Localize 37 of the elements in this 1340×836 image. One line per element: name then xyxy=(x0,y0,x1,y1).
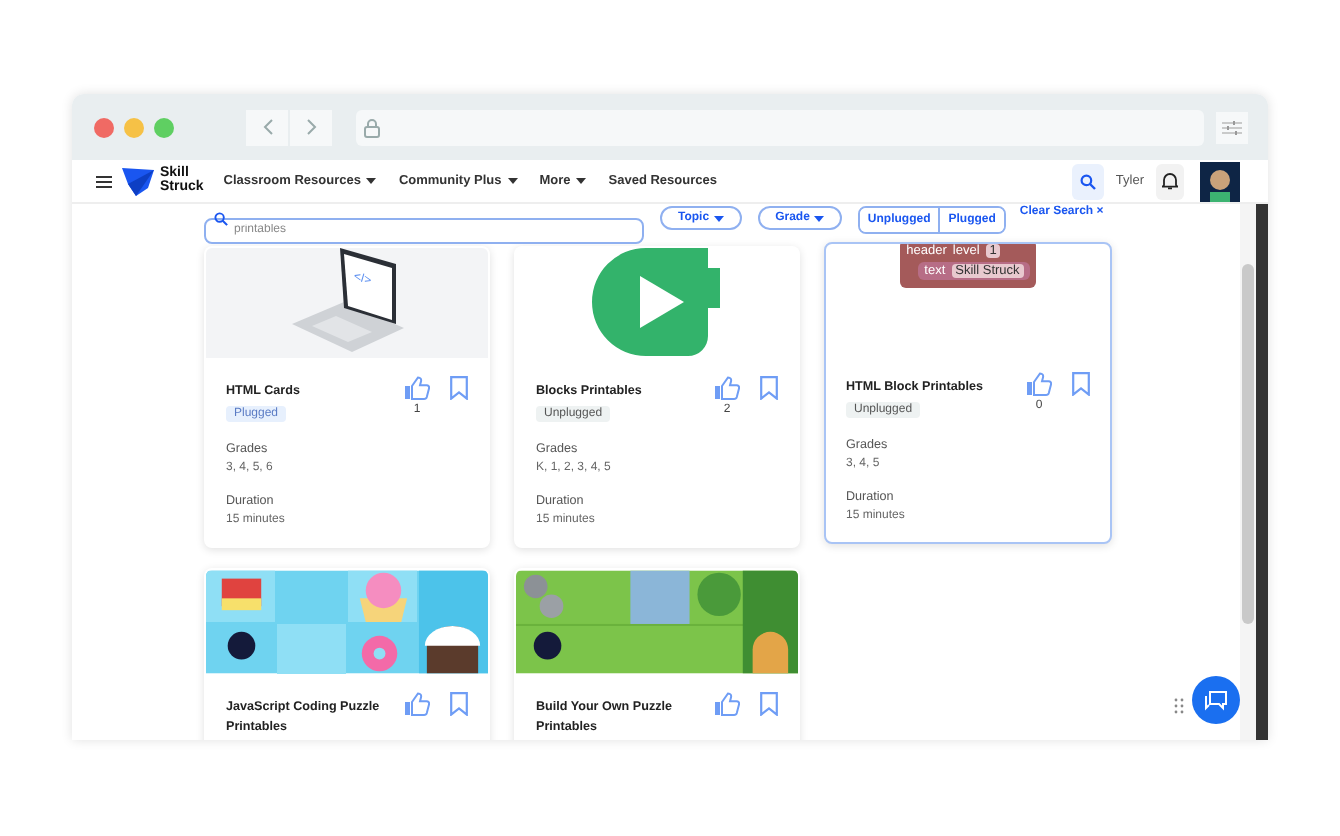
back-button[interactable] xyxy=(246,109,288,145)
avatar[interactable] xyxy=(1200,161,1240,201)
caret-icon xyxy=(713,215,724,221)
thumbs-up-icon[interactable] xyxy=(404,692,430,716)
caret-icon xyxy=(813,215,824,221)
settings-button[interactable] xyxy=(1216,111,1248,143)
thumbs-up-icon[interactable] xyxy=(714,692,740,716)
chat-button[interactable] xyxy=(1192,676,1240,724)
close-button[interactable] xyxy=(94,117,114,137)
logo-icon xyxy=(122,166,154,196)
scrollbar[interactable] xyxy=(1240,204,1256,740)
maximize-button[interactable] xyxy=(154,117,174,137)
thumbs-up-icon[interactable] xyxy=(404,376,430,400)
bookmark-icon[interactable] xyxy=(450,692,468,716)
search-button[interactable] xyxy=(1071,163,1104,199)
grip-icon[interactable] xyxy=(1174,698,1184,714)
laptop-drawing xyxy=(291,248,403,352)
scrollbar-thumb[interactable] xyxy=(1242,264,1254,624)
search-icon xyxy=(1079,173,1096,189)
notifications-button[interactable] xyxy=(1156,163,1184,199)
chat-icon xyxy=(1204,689,1228,711)
bookmark-icon[interactable] xyxy=(760,692,778,716)
chevron-right-icon xyxy=(305,118,317,136)
chevron-left-icon xyxy=(261,118,273,136)
bell-icon xyxy=(1162,172,1178,190)
search-icon xyxy=(214,212,228,226)
minimize-button[interactable] xyxy=(124,117,144,137)
thumbs-up-icon[interactable] xyxy=(714,376,740,400)
sliders-icon xyxy=(1222,119,1242,135)
menu-icon[interactable] xyxy=(96,175,112,187)
bookmark-icon[interactable] xyxy=(760,376,778,400)
thumbs-up-icon[interactable] xyxy=(1026,372,1052,396)
forward-button[interactable] xyxy=(290,109,332,145)
bookmark-icon[interactable] xyxy=(1072,372,1090,396)
play-block-icon xyxy=(591,248,723,356)
lock-icon xyxy=(364,117,380,137)
bookmark-icon[interactable] xyxy=(450,376,468,400)
